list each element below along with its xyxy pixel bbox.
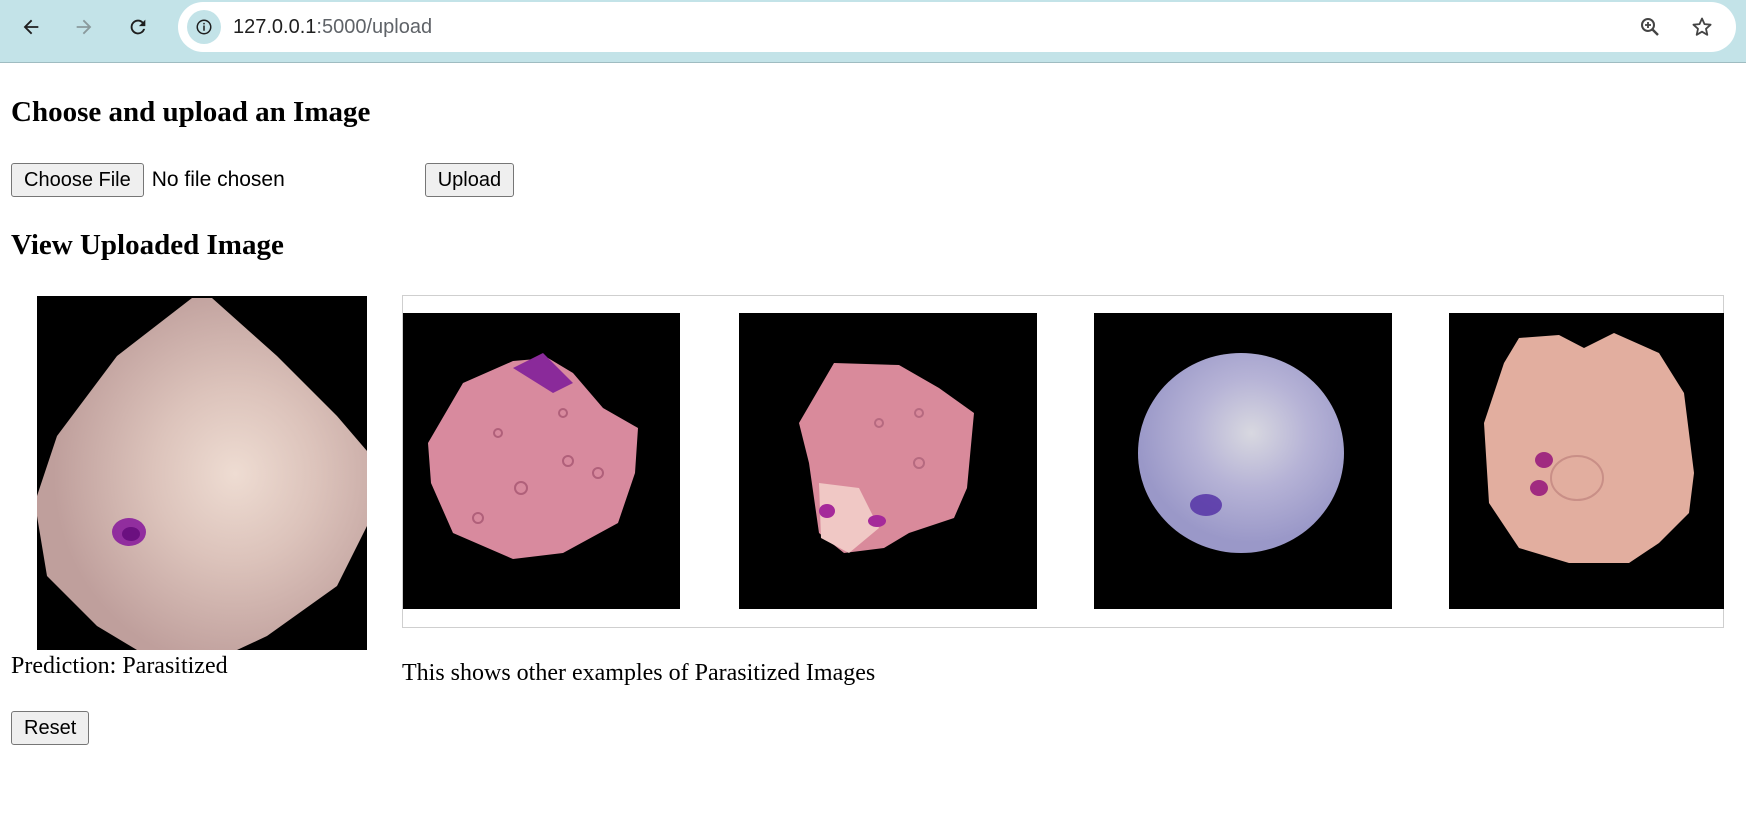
upload-heading: Choose and upload an Image <box>11 96 371 128</box>
upload-form: Choose File No file chosen Upload <box>11 163 515 197</box>
back-button[interactable] <box>13 9 49 45</box>
reload-icon <box>130 19 146 35</box>
url-path: :5000/upload <box>316 15 433 38</box>
url-host: 127.0.0.1 <box>233 15 317 38</box>
page-content: Choose and upload an Image Choose File N… <box>0 64 1746 829</box>
browser-toolbar: 127.0.0.1:5000/upload <box>0 0 1746 63</box>
upload-button[interactable]: Upload <box>424 163 515 197</box>
file-status-text: No file chosen <box>151 168 285 191</box>
bookmark-star-icon[interactable] <box>1686 11 1718 43</box>
choose-file-button[interactable]: Choose File <box>11 163 144 197</box>
reset-button[interactable]: Reset <box>11 711 90 745</box>
uploaded-cell-image <box>37 296 367 650</box>
back-arrow-icon <box>23 19 39 35</box>
address-bar[interactable]: 127.0.0.1:5000/upload <box>178 2 1736 52</box>
example-image-1 <box>403 313 680 609</box>
example-image-2 <box>739 313 1037 609</box>
reload-button[interactable] <box>120 9 156 45</box>
example-image-3 <box>1094 313 1392 609</box>
forward-arrow-icon <box>76 19 92 35</box>
prediction-text: Prediction: Parasitized <box>11 653 228 679</box>
url-text: 127.0.0.1:5000/upload <box>233 16 432 39</box>
examples-gallery <box>402 295 1724 628</box>
site-info-icon[interactable] <box>187 10 221 44</box>
view-heading: View Uploaded Image <box>11 229 284 261</box>
example-image-4 <box>1449 313 1724 609</box>
forward-button[interactable] <box>66 9 102 45</box>
zoom-icon[interactable] <box>1634 11 1666 43</box>
examples-caption: This shows other examples of Parasitized… <box>402 660 876 686</box>
